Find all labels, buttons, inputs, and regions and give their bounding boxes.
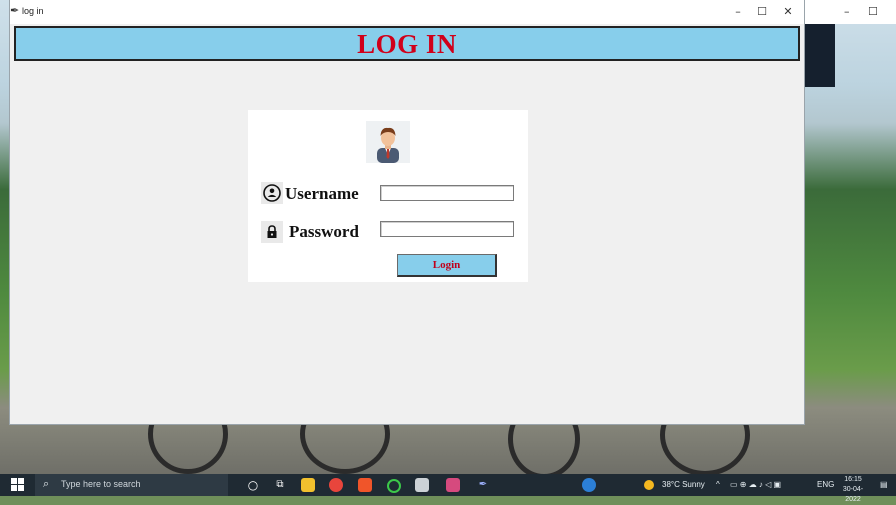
bg-maximize-icon[interactable]: ☐	[868, 5, 878, 18]
background-window-titlebar: – ☐	[804, 0, 896, 24]
language-indicator[interactable]: ENG	[817, 480, 834, 489]
taskbar-clock[interactable]: 16:15 30-04-2022	[836, 475, 870, 505]
login-window: ✒ log in – ☐ ✕ LOG IN Username Password …	[10, 0, 804, 424]
chrome-icon[interactable]	[329, 478, 343, 492]
clock-date: 30-04-2022	[842, 486, 864, 503]
search-icon: ⌕	[43, 477, 50, 490]
tray-icons[interactable]: ▭ ⊕ ☁ ♪ ◁ ▣	[730, 480, 781, 489]
user-circle-icon	[261, 182, 283, 204]
window-titlebar: ✒ log in – ☐ ✕	[10, 0, 804, 24]
taskbar-search[interactable]: ⌕ Type here to search	[35, 474, 228, 496]
brave-icon[interactable]	[358, 478, 372, 492]
cortana-icon[interactable]: ○	[246, 478, 260, 492]
task-view-icon[interactable]: ⧉	[273, 478, 287, 492]
user-avatar-icon	[366, 121, 410, 163]
circle-app-icon[interactable]	[387, 479, 401, 493]
search-placeholder: Type here to search	[61, 479, 141, 489]
bg-minimize-icon[interactable]: –	[844, 5, 850, 18]
terminal-icon[interactable]	[415, 478, 429, 492]
taskbar: ⌕ Type here to search ○ ⧉ ✒ 38°C Sunny ^…	[0, 474, 896, 503]
chat-app-icon[interactable]	[582, 478, 596, 492]
tray-chevron-icon[interactable]: ^	[716, 480, 720, 489]
header-banner: LOG IN	[14, 26, 800, 61]
password-label: Password	[289, 222, 359, 241]
window-title: log in	[22, 6, 44, 16]
lock-icon	[261, 221, 283, 243]
windows-start-icon[interactable]	[11, 478, 25, 492]
ide-icon[interactable]	[446, 478, 460, 492]
notification-icon[interactable]: ▤	[880, 480, 888, 489]
page-title: LOG IN	[357, 29, 457, 59]
background-window-panel	[804, 24, 835, 87]
username-input[interactable]	[380, 185, 514, 201]
clock-time: 16:15	[844, 476, 862, 483]
file-explorer-icon[interactable]	[301, 478, 315, 492]
close-button[interactable]: ✕	[774, 0, 802, 24]
wallpaper-bikes	[0, 424, 896, 474]
login-form-card: Username Password Login	[248, 110, 528, 282]
weather-sun-icon	[644, 480, 654, 490]
python-feather-icon[interactable]: ✒	[476, 478, 490, 492]
password-input[interactable]	[380, 221, 514, 237]
login-button[interactable]: Login	[397, 254, 497, 277]
username-label: Username	[285, 184, 359, 203]
maximize-button[interactable]: ☐	[748, 0, 776, 24]
weather-text[interactable]: 38°C Sunny	[662, 480, 705, 489]
feather-icon: ✒	[10, 4, 20, 17]
